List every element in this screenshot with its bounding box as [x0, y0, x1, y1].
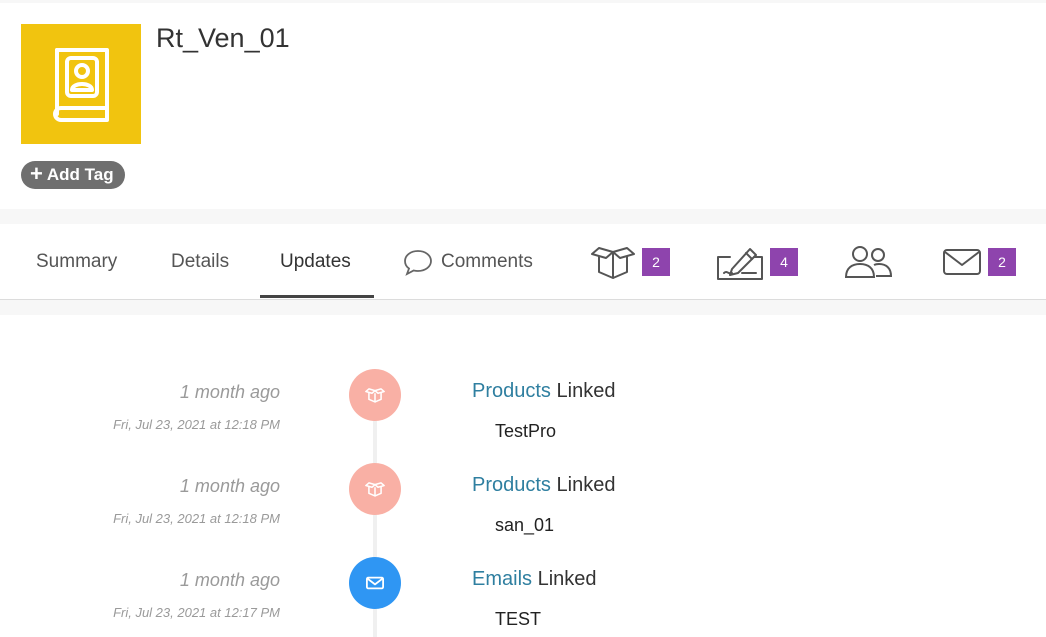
- timeline-dot: [349, 557, 401, 609]
- envelope-icon: [366, 576, 384, 590]
- tab-bar: Summary Details Updates Comments 2 4 2: [0, 224, 1046, 300]
- products-count-badge: 2: [642, 247, 670, 276]
- updates-panel: 1 month ago Fri, Jul 23, 2021 at 12:18 P…: [0, 315, 1046, 637]
- entry-action: Linked: [556, 474, 616, 496]
- add-tag-label: Add Tag: [46, 165, 114, 184]
- entry-title: Products Linked: [472, 474, 615, 497]
- entry-title: Emails Linked: [472, 568, 597, 591]
- tab-notes[interactable]: 4: [716, 224, 798, 299]
- tab-comments-label: Comments: [441, 250, 533, 272]
- entry-item: TEST: [495, 609, 542, 629]
- entry-action: Linked: [537, 568, 597, 590]
- emails-count-badge: 2: [988, 247, 1016, 276]
- entry-relative-time: 1 month ago: [179, 570, 280, 590]
- contact-book-icon: [53, 48, 109, 122]
- record-header: Rt_Ven_01 + Add Tag: [0, 3, 1046, 209]
- tab-updates-label: Updates: [280, 250, 351, 272]
- tab-summary[interactable]: Summary: [36, 224, 117, 299]
- tab-details[interactable]: Details: [171, 224, 229, 299]
- tab-details-label: Details: [171, 250, 230, 272]
- entry-relative-time: 1 month ago: [179, 382, 280, 402]
- tab-comments[interactable]: Comments: [403, 224, 533, 299]
- envelope-icon: [943, 248, 981, 275]
- tab-products[interactable]: 2: [590, 224, 670, 299]
- timeline-entry: 1 month ago Fri, Jul 23, 2021 at 12:17 P…: [0, 557, 1046, 637]
- box-icon: [591, 246, 635, 279]
- plus-icon: +: [30, 161, 43, 186]
- entry-action: Linked: [556, 380, 616, 402]
- notes-count-badge: 4: [770, 247, 798, 276]
- entry-module-link[interactable]: Products: [472, 380, 551, 402]
- entry-relative-time: 1 month ago: [179, 476, 280, 496]
- entry-module-link[interactable]: Emails: [472, 568, 532, 590]
- record-avatar: [21, 24, 141, 144]
- entry-module-link[interactable]: Products: [472, 474, 551, 496]
- tab-updates[interactable]: Updates: [260, 224, 374, 299]
- timeline-dot: [349, 369, 401, 421]
- tab-emails[interactable]: 2: [942, 224, 1016, 299]
- entry-item: TestPro: [495, 421, 557, 441]
- entry-date: Fri, Jul 23, 2021 at 12:17 PM: [113, 605, 280, 620]
- timeline-entry: 1 month ago Fri, Jul 23, 2021 at 12:18 P…: [0, 463, 1046, 566]
- entry-date: Fri, Jul 23, 2021 at 12:18 PM: [113, 511, 280, 526]
- users-icon: [844, 245, 893, 278]
- add-tag-button[interactable]: + Add Tag: [21, 161, 125, 189]
- timeline-dot: [349, 463, 401, 515]
- box-icon: [365, 388, 385, 403]
- record-title: Rt_Ven_01: [156, 23, 290, 53]
- comment-icon: [404, 249, 432, 276]
- entry-item: san_01: [495, 515, 555, 535]
- box-icon: [365, 482, 385, 497]
- tab-summary-label: Summary: [36, 250, 118, 272]
- entry-date: Fri, Jul 23, 2021 at 12:18 PM: [113, 417, 280, 432]
- entry-title: Products Linked: [472, 380, 615, 403]
- signature-icon: [717, 247, 763, 280]
- tab-contacts[interactable]: [844, 224, 894, 299]
- timeline-entry: 1 month ago Fri, Jul 23, 2021 at 12:18 P…: [0, 369, 1046, 472]
